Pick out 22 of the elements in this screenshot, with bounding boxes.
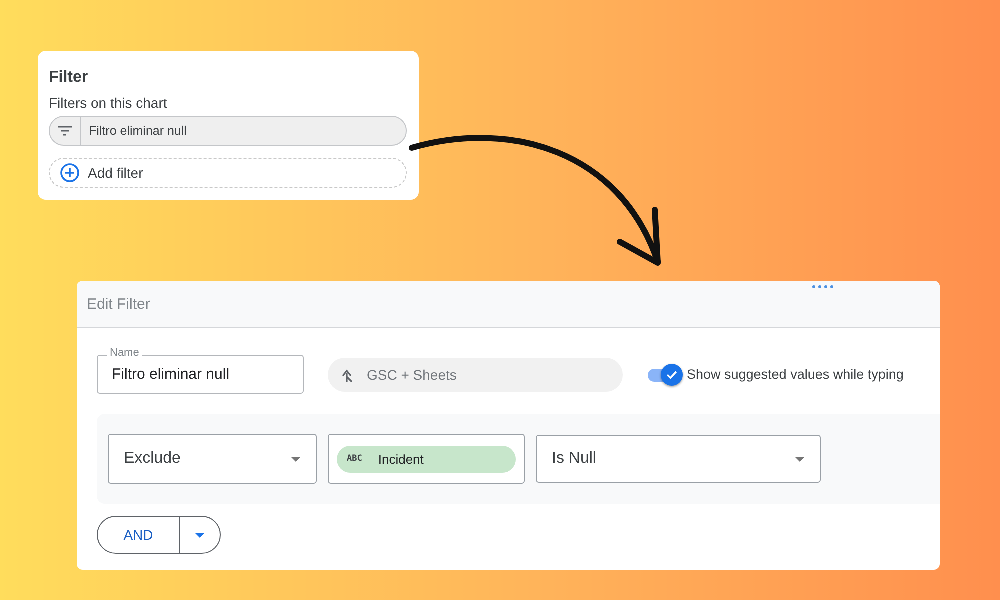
field-name: Incident: [378, 452, 424, 466]
mode-dropdown[interactable]: Exclude: [108, 434, 317, 484]
caret-icon: [291, 456, 301, 462]
caret-icon: [795, 456, 805, 462]
filter-icon: [58, 126, 72, 136]
toggle-label: Show suggested values while typing: [687, 367, 904, 382]
add-icon: [60, 163, 80, 183]
dialog-title: Edit Filter: [87, 296, 150, 312]
data-source-field[interactable]: GSC + Sheets: [328, 358, 623, 392]
field-chip[interactable]: ABC Incident: [337, 446, 516, 472]
operator-dropdown[interactable]: Is Null: [536, 435, 821, 483]
toggle-switch[interactable]: [648, 362, 683, 386]
field-selector[interactable]: ABC Incident: [328, 434, 525, 484]
panel-subtitle: Filters on this chart: [49, 95, 168, 111]
panel-title: Filter: [49, 69, 90, 87]
and-split-button[interactable]: AND: [97, 516, 221, 554]
data-source-name: GSC + Sheets: [367, 366, 457, 382]
add-filter-button[interactable]: Add filter: [49, 158, 407, 188]
drag-handle-icon[interactable]: [812, 285, 834, 289]
type-label: ABC: [347, 454, 362, 464]
filter-chip[interactable]: Filtro eliminar null: [49, 116, 407, 146]
caret-icon[interactable]: [195, 532, 205, 538]
